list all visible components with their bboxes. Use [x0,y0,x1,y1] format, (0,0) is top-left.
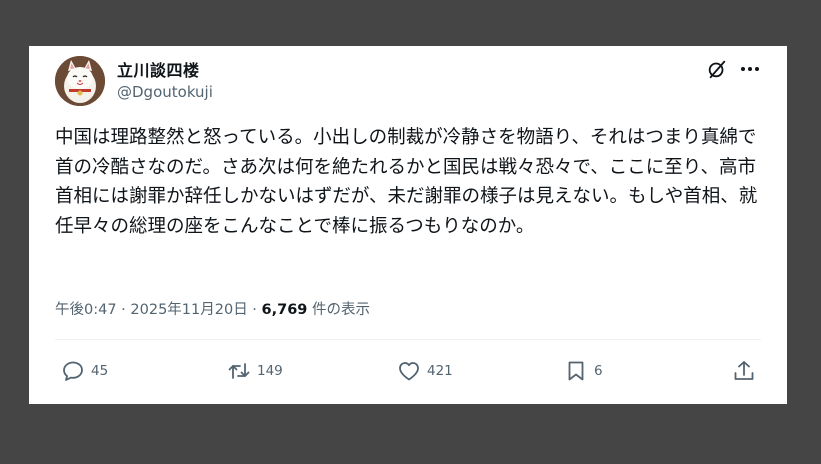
views-label: 件の表示 [307,302,371,318]
bookmark-button[interactable]: 6 [564,358,603,384]
tweet-time[interactable]: 午後0:47 [55,302,117,318]
more-icon[interactable] [740,66,760,72]
views-count[interactable]: 6,769 [262,302,308,318]
author-handle[interactable]: @Dgoutokuji [117,83,213,101]
divider [55,339,761,340]
bookmark-count: 6 [594,363,603,379]
share-button[interactable] [732,358,756,384]
reply-button[interactable]: 45 [61,358,108,384]
author-name[interactable]: 立川談四楼 [117,57,200,81]
tweet-meta: 午後0:47 · 2025年11月20日 · 6,769 件の表示 [55,298,370,319]
tweet-text: 中国は理路整然と怒っている。小出しの制裁が冷静さを物語り、それはつまり真綿で首の… [55,127,758,237]
reply-icon [63,361,83,381]
bookmark-icon [568,361,584,381]
grok-icon[interactable] [706,58,728,80]
repost-count: 149 [257,363,283,379]
like-count: 421 [427,363,453,379]
tweet-card: 立川談四楼 @Dgoutokuji 中国は理路整然と怒っている。小出しの制裁が冷… [29,46,787,404]
share-icon [734,361,754,380]
repost-button[interactable]: 149 [227,358,283,384]
avatar[interactable] [55,56,105,106]
like-button[interactable]: 421 [397,358,453,384]
meta-separator: · [116,302,131,318]
like-icon [399,362,419,381]
meta-separator: · [247,302,262,318]
repost-icon [228,363,250,379]
reply-count: 45 [91,363,109,379]
tweet-date[interactable]: 2025年11月20日 [130,302,247,318]
maneki-neko-avatar-image [55,56,105,106]
